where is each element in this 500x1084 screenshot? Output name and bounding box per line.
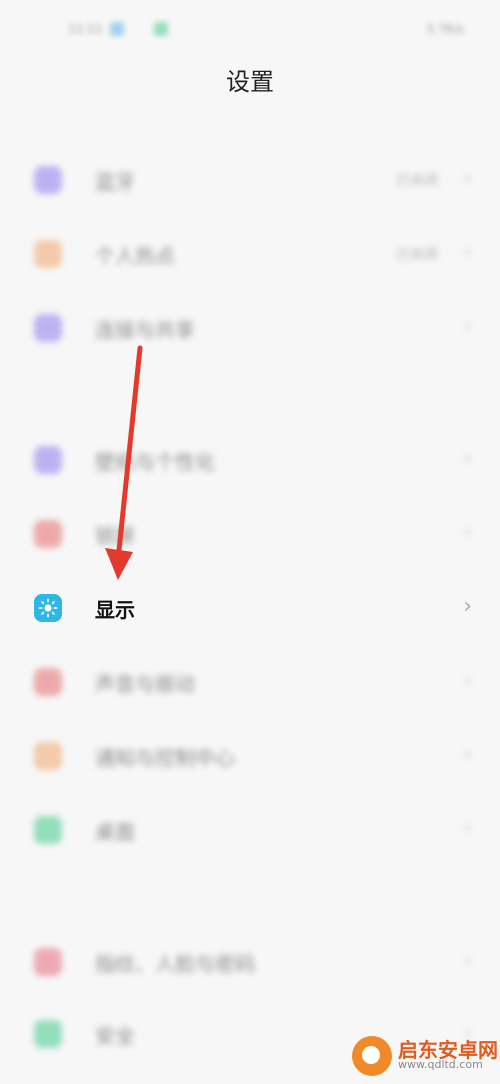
settings-row-display[interactable]: 显示 › [0,578,500,638]
chevron-right-icon: › [463,948,472,973]
settings-row-desktop[interactable]: 桌面 › [0,800,500,860]
notification-icon [34,742,62,770]
row-value: 已关闭 [396,173,438,189]
chevron-right-icon: › [463,314,472,339]
fingerprint-icon [34,948,62,976]
status-bar: 11:11 5.7K/s [0,0,500,60]
row-label: 锁屏 [95,524,135,548]
watermark-url: www.qdltd.com [398,1058,483,1071]
settings-row-lockscreen[interactable]: 锁屏 › [0,504,500,564]
settings-row-bluetooth[interactable]: 蓝牙 已关闭 › [0,150,500,210]
settings-row-sound[interactable]: 声音与振动 › [0,652,500,712]
row-label: 个人热点 [95,244,175,268]
row-label: 显示 [95,598,135,622]
chevron-right-icon: › [463,594,472,619]
chevron-right-icon: › [463,166,472,191]
bluetooth-icon [34,166,62,194]
chevron-right-icon: › [463,816,472,841]
chevron-right-icon: › [463,446,472,471]
row-label: 声音与振动 [95,672,195,696]
lock-icon [34,520,62,548]
connection-icon [34,314,62,342]
security-icon [34,1020,62,1048]
row-label: 桌面 [95,820,135,844]
settings-row-hotspot[interactable]: 个人热点 已关闭 › [0,224,500,284]
row-value: 已关闭 [396,247,438,263]
chevron-right-icon: › [463,240,472,265]
hotspot-icon [34,240,62,268]
wallpaper-icon [34,446,62,474]
status-time: 11:11 [68,22,103,36]
settings-row-fingerprint[interactable]: 指纹、人脸与密码 › [0,932,500,992]
settings-row-connection-sharing[interactable]: 连接与共享 › [0,298,500,358]
row-label: 壁纸与个性化 [95,450,215,474]
settings-row-wallpaper[interactable]: 壁纸与个性化 › [0,430,500,490]
chevron-right-icon: › [463,668,472,693]
notification-icon [110,22,124,36]
watermark: 启东安卓网 www.qdltd.com [352,1034,498,1078]
notification-icon [154,22,168,36]
row-label: 连接与共享 [95,318,195,342]
sound-icon [34,668,62,696]
sun-icon [34,594,62,622]
chevron-right-icon: › [463,742,472,767]
status-indicators: 5.7K/s [426,22,464,36]
watermark-logo-icon [352,1036,392,1076]
page-title: 设置 [226,68,274,96]
row-label: 指纹、人脸与密码 [95,952,255,976]
chevron-right-icon: › [463,520,472,545]
settings-row-notifications[interactable]: 通知与控制中心 › [0,726,500,786]
row-label: 通知与控制中心 [95,746,235,770]
row-label: 安全 [95,1024,135,1048]
row-label: 蓝牙 [95,170,135,194]
desktop-icon [34,816,62,844]
